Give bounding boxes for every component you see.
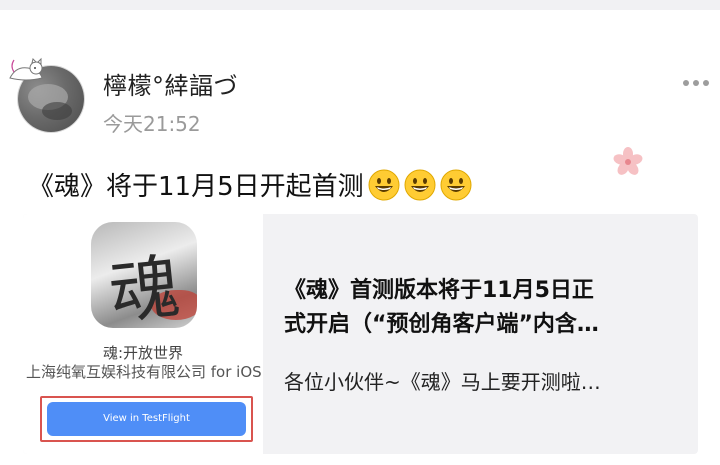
card-title: 《魂》首测版本将于11月5日正 式开启（“预创角客户端”内含… — [284, 274, 679, 342]
grinning-face-icon — [440, 169, 472, 200]
card-description: 各位小伙伴~《魂》马上要开测啦… — [284, 370, 601, 394]
app-icon-glyph: 魂 — [105, 245, 184, 328]
avatar-shape — [42, 102, 72, 120]
timestamp: 今天21:52 — [103, 112, 201, 136]
card-title-line2: 式开启（“预创角客户端”内含… — [284, 312, 599, 337]
sakura-flower-icon — [613, 147, 643, 175]
post-text-content: 《魂》将于11月5日开起首测 — [28, 172, 364, 202]
cat-sticker-icon — [9, 57, 43, 81]
app-name: 魂:开放世界 — [102, 344, 184, 362]
grinning-face-icon — [368, 169, 400, 200]
top-strip — [0, 0, 720, 10]
link-card[interactable]: 魂 魂:开放世界 上海纯氧互娱科技有限公司 for iOS View in Te… — [23, 214, 698, 454]
app-icon: 魂 — [91, 222, 197, 328]
grinning-face-icon — [404, 169, 436, 200]
dot — [693, 80, 699, 86]
post-text: 《魂》将于11月5日开起首测 — [28, 166, 472, 203]
dot — [703, 80, 709, 86]
view-in-testflight-button[interactable]: View in TestFlight — [47, 402, 246, 436]
username[interactable]: 檸檬°緈諨づ — [103, 66, 238, 101]
card-thumbnail: 魂 魂:开放世界 上海纯氧互娱科技有限公司 for iOS View in Te… — [23, 214, 263, 454]
developer-name: 上海纯氧互娱科技有限公司 for iOS — [26, 363, 262, 381]
dot — [683, 80, 689, 86]
more-options-icon[interactable] — [683, 80, 709, 86]
card-title-line1: 《魂》首测版本将于11月5日正 — [284, 278, 594, 303]
